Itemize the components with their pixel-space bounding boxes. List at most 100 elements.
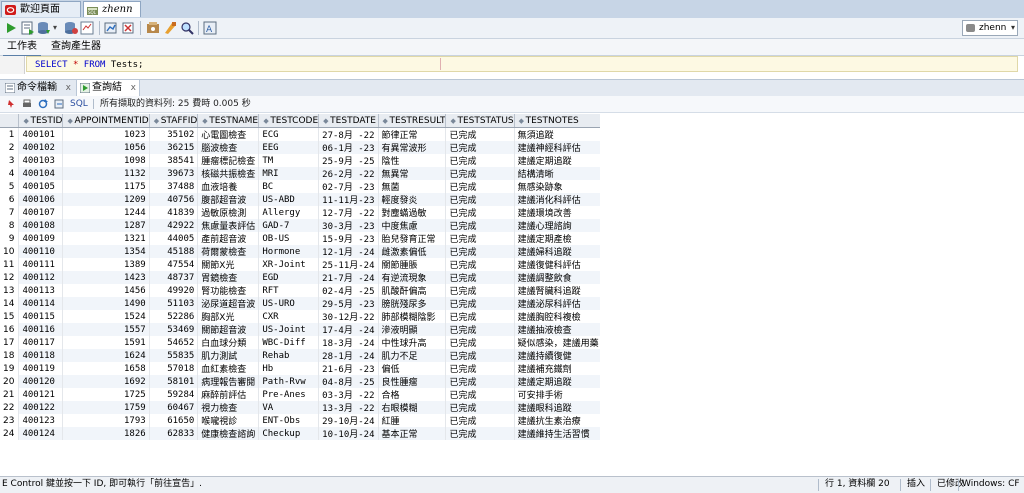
table-cell[interactable]: 45188 — [149, 245, 199, 258]
table-cell[interactable]: 建議腎臟科追蹤 — [514, 284, 600, 297]
table-cell[interactable]: 400121 — [18, 388, 64, 401]
table-row[interactable]: 23 400123 1793 61650 喉嚨視診 ENT-Obs 29-10月-24 紅腫已… — [0, 414, 600, 427]
table-cell[interactable]: 49920 — [149, 284, 199, 297]
table-cell[interactable]: 10-10月-24 — [318, 427, 379, 440]
table-cell[interactable]: 肌酸酐偏高 — [378, 284, 447, 297]
table-cell[interactable]: 血液培養 — [197, 180, 260, 193]
table-cell[interactable]: 1793 — [62, 414, 150, 427]
table-cell[interactable]: 41839 — [149, 206, 199, 219]
table-cell[interactable]: 陰性 — [378, 154, 447, 167]
table-cell[interactable]: 1591 — [62, 336, 150, 349]
sql-history-icon[interactable] — [146, 21, 160, 35]
table-cell[interactable]: 53469 — [149, 323, 199, 336]
table-cell[interactable]: 21-7月 -24 — [318, 271, 379, 284]
table-cell[interactable]: 18-3月 -24 — [318, 336, 379, 349]
table-cell[interactable]: 無異常 — [378, 167, 447, 180]
table-row[interactable]: 3 400103 1098 38541 腫瘤標記檢查 TM 25-9月 -25 陰性 已完成 建議… — [0, 154, 600, 167]
table-cell[interactable]: 已完成 — [445, 297, 515, 310]
table-cell[interactable]: 12-1月 -24 — [318, 245, 379, 258]
table-cell[interactable]: 建議定期追蹤 — [514, 375, 600, 388]
table-cell[interactable]: 400102 — [18, 141, 64, 154]
table-cell[interactable]: 26-2月 -22 — [318, 167, 379, 180]
table-cell[interactable]: 關節X光 — [197, 258, 260, 271]
table-cell[interactable]: 已完成 — [445, 349, 515, 362]
sql-editor[interactable]: SELECT * FROM Tests; — [0, 56, 1024, 74]
table-cell[interactable]: 11-11月-23 — [318, 193, 379, 206]
table-cell[interactable]: 02-4月 -25 — [318, 284, 379, 297]
table-cell[interactable]: 400119 — [18, 362, 64, 375]
table-cell[interactable]: 400105 — [18, 180, 64, 193]
table-cell[interactable]: 偏低 — [378, 362, 447, 375]
table-cell[interactable]: 胸部X光 — [197, 310, 260, 323]
table-cell[interactable]: 建議復健科評估 — [514, 258, 600, 271]
table-cell[interactable]: 結構清晰 — [514, 167, 600, 180]
table-cell[interactable]: 1287 — [62, 219, 150, 232]
table-cell[interactable]: 17-4月 -24 — [318, 323, 379, 336]
table-cell[interactable]: 關節超音波 — [197, 323, 260, 336]
table-cell[interactable]: 400113 — [18, 284, 64, 297]
close-icon[interactable]: x — [66, 80, 71, 96]
table-cell[interactable]: 可安排手術 — [514, 388, 600, 401]
rollback-icon[interactable] — [64, 21, 78, 35]
monitor-icon[interactable]: A — [203, 21, 217, 35]
table-cell[interactable]: 膀胱殘尿多 — [378, 297, 447, 310]
table-row[interactable]: 15 400115 1524 52286 胸部X光 CXR 30-12月-22 肺部模糊陰影已… — [0, 310, 600, 323]
table-cell[interactable]: 400104 — [18, 167, 64, 180]
table-cell[interactable]: 1423 — [62, 271, 150, 284]
pin-icon[interactable] — [6, 99, 16, 109]
table-cell[interactable]: 39673 — [149, 167, 199, 180]
table-cell[interactable]: 已完成 — [445, 232, 515, 245]
table-cell[interactable]: 已完成 — [445, 219, 515, 232]
editor-line-1[interactable]: SELECT * FROM Tests; — [26, 56, 1018, 72]
table-cell[interactable]: EGD — [258, 271, 320, 284]
table-cell[interactable]: 無感染跡象 — [514, 180, 600, 193]
table-cell[interactable]: 1389 — [62, 258, 150, 271]
table-cell[interactable]: 節律正常 — [378, 127, 447, 141]
table-cell[interactable]: 25-11月-24 — [318, 258, 379, 271]
column-header[interactable]: ◆ STAFFID — [149, 114, 199, 128]
table-cell[interactable]: 1209 — [62, 193, 150, 206]
table-cell[interactable]: 肺部模糊陰影 — [378, 310, 447, 323]
table-cell[interactable]: 400120 — [18, 375, 64, 388]
table-row[interactable]: 18 400118 1624 55835 肌力測試 Rehab 28-1月 -24 肌力不足已… — [0, 349, 600, 362]
table-cell[interactable]: 視力檢查 — [197, 401, 260, 414]
table-cell[interactable]: 1826 — [62, 427, 150, 440]
table-cell[interactable]: 400110 — [18, 245, 64, 258]
table-cell[interactable]: 60467 — [149, 401, 199, 414]
table-cell[interactable]: 38541 — [149, 154, 199, 167]
table-cell[interactable]: 400112 — [18, 271, 64, 284]
table-cell[interactable]: 28-1月 -24 — [318, 349, 379, 362]
table-cell[interactable]: 48737 — [149, 271, 199, 284]
table-cell[interactable]: 1354 — [62, 245, 150, 258]
clear-icon[interactable] — [121, 21, 135, 35]
table-cell[interactable]: 胎兒發育正常 — [378, 232, 447, 245]
table-cell[interactable]: 400116 — [18, 323, 64, 336]
table-cell[interactable]: 1692 — [62, 375, 150, 388]
table-cell[interactable]: 已完成 — [445, 323, 515, 336]
table-row[interactable]: 22 400122 1759 60467 視力檢查 VA 13-3月 -22 右眼模糊 已完成建… — [0, 401, 600, 414]
table-cell[interactable]: 400118 — [18, 349, 64, 362]
table-cell[interactable]: BC — [258, 180, 320, 193]
table-cell[interactable]: 已完成 — [445, 414, 515, 427]
table-cell[interactable]: 30-12月-22 — [318, 310, 379, 323]
table-cell[interactable]: 心電圖檢查 — [197, 127, 260, 141]
table-cell[interactable]: WBC-Diff — [258, 336, 320, 349]
table-cell[interactable]: ECG — [258, 127, 320, 141]
table-cell[interactable]: 400123 — [18, 414, 64, 427]
table-cell[interactable]: 基本正常 — [378, 427, 447, 440]
table-cell[interactable]: 血紅素檢查 — [197, 362, 260, 375]
table-cell[interactable]: 已完成 — [445, 401, 515, 414]
table-cell[interactable]: 已完成 — [445, 336, 515, 349]
table-cell[interactable]: 59284 — [149, 388, 199, 401]
table-cell[interactable]: 400122 — [18, 401, 64, 414]
table-cell[interactable]: 44005 — [149, 232, 199, 245]
table-cell[interactable]: 03-3月 -22 — [318, 388, 379, 401]
table-cell[interactable]: 61650 — [149, 414, 199, 427]
table-cell[interactable]: 已完成 — [445, 206, 515, 219]
table-cell[interactable]: 建議抗生素治療 — [514, 414, 600, 427]
table-cell[interactable]: 400107 — [18, 206, 64, 219]
table-cell[interactable]: 建議維持生活習慣 — [514, 427, 600, 440]
table-cell[interactable]: 35102 — [149, 127, 199, 141]
table-cell[interactable]: 中度焦慮 — [378, 219, 447, 232]
table-cell[interactable]: Pre-Anes — [258, 388, 320, 401]
